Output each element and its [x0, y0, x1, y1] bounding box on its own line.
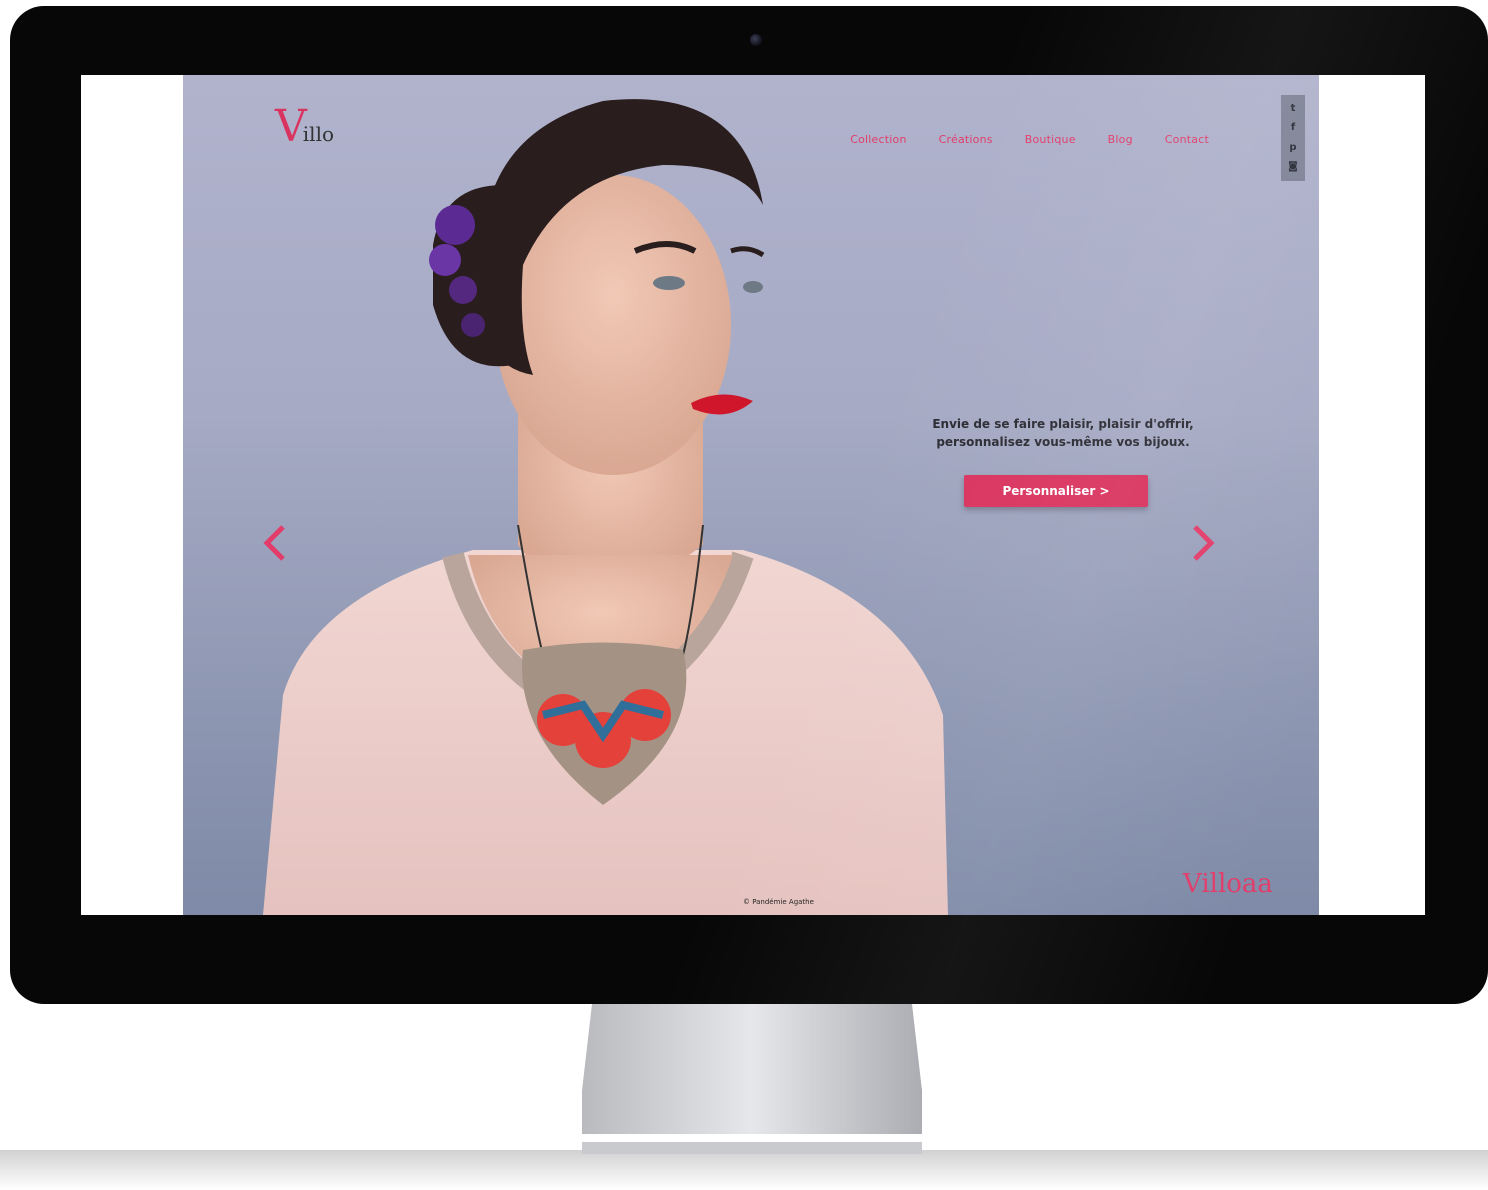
- nav-item-blog[interactable]: Blog: [1108, 133, 1133, 146]
- prev-slide-arrow-icon[interactable]: [263, 523, 287, 563]
- site-logo[interactable]: Villo: [275, 105, 334, 149]
- photo-credit: © Pandémie Agathe: [743, 898, 814, 906]
- instagram-icon[interactable]: ◙: [1288, 161, 1298, 173]
- browser-viewport: Villo Collection Créations Boutique Blog…: [81, 75, 1425, 915]
- pinterest-icon[interactable]: p: [1289, 142, 1296, 154]
- monitor-stand: [582, 1004, 922, 1154]
- tagline-line-1: Envie de se faire plaisir, plaisir d'off…: [932, 417, 1194, 431]
- main-nav: Collection Créations Boutique Blog Conta…: [850, 133, 1209, 146]
- nav-item-boutique[interactable]: Boutique: [1025, 133, 1076, 146]
- logo-text: illo: [302, 122, 335, 146]
- next-slide-arrow-icon[interactable]: [1191, 523, 1215, 563]
- nav-item-creations[interactable]: Créations: [939, 133, 993, 146]
- monitor-bezel: Villo Collection Créations Boutique Blog…: [10, 6, 1488, 1004]
- tagline-line-2: personnalisez vous-même vos bijoux.: [936, 435, 1190, 449]
- nav-item-collection[interactable]: Collection: [850, 133, 906, 146]
- facebook-icon[interactable]: f: [1291, 122, 1295, 134]
- hero-tagline: Envie de se faire plaisir, plaisir d'off…: [903, 415, 1223, 451]
- hero-photo: [263, 99, 948, 915]
- logo-initial: V: [275, 101, 307, 152]
- personalize-button[interactable]: Personnaliser >: [964, 475, 1148, 507]
- nav-item-contact[interactable]: Contact: [1165, 133, 1209, 146]
- twitter-icon[interactable]: t: [1291, 103, 1296, 115]
- hero-slider: Villo Collection Créations Boutique Blog…: [183, 75, 1319, 915]
- social-bar: t f p ◙: [1281, 95, 1305, 181]
- brand-watermark: Villoaa: [1183, 869, 1273, 899]
- camera-icon: [750, 34, 762, 46]
